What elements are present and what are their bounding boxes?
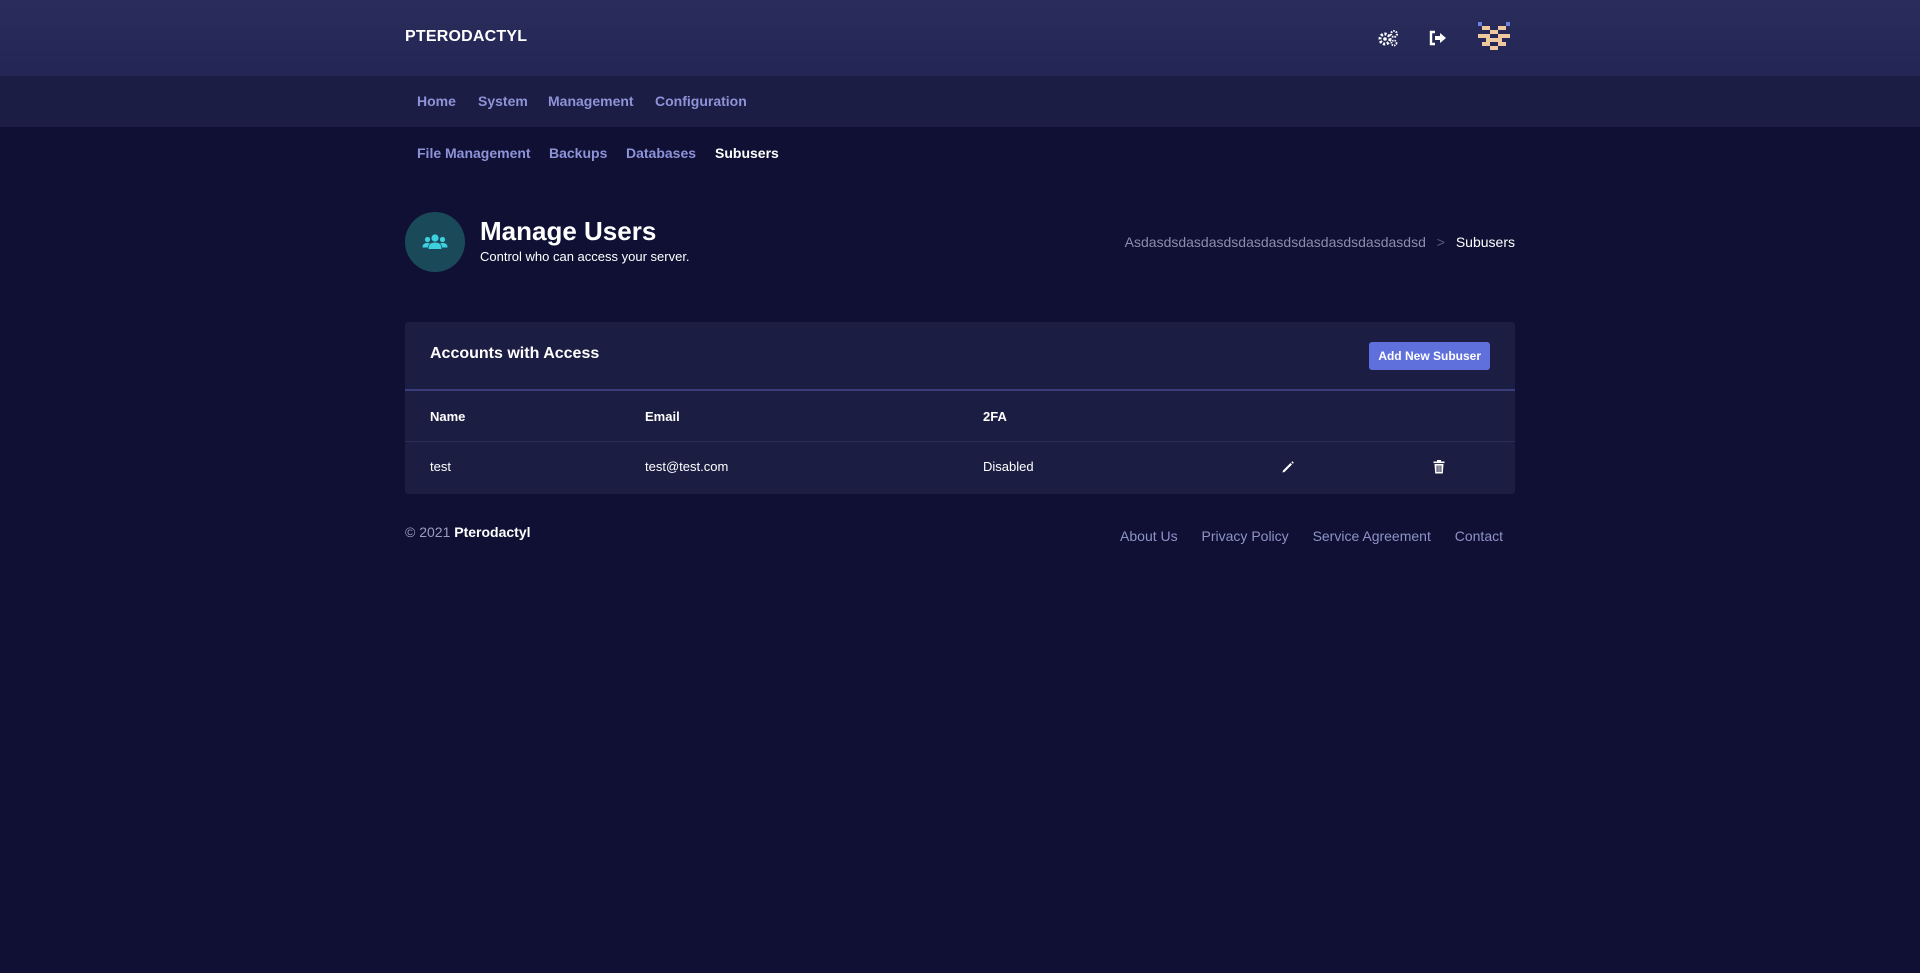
- brand-logo-text[interactable]: PTERODACTYL: [405, 28, 527, 46]
- subuser-name: test: [430, 459, 451, 474]
- page-header: Manage Users Control who can access your…: [405, 212, 1515, 274]
- page-subtitle: Control who can access your server.: [480, 249, 690, 264]
- tab-subusers[interactable]: Subusers: [715, 145, 779, 161]
- column-header-2fa: 2FA: [983, 409, 1007, 424]
- footer-link-contact[interactable]: Contact: [1455, 528, 1503, 544]
- breadcrumb-server[interactable]: Asdasdsdasdasdsdasdasdsdasdasdsdasdasdsd: [1125, 234, 1426, 250]
- server-sub-nav: File Management Backups Databases Subuse…: [0, 127, 1920, 177]
- nav-configuration[interactable]: Configuration: [655, 93, 747, 109]
- footer-link-privacy-policy[interactable]: Privacy Policy: [1202, 528, 1289, 544]
- footer-link-about-us[interactable]: About Us: [1120, 528, 1178, 544]
- subuser-email: test@test.com: [645, 459, 729, 474]
- column-header-email: Email: [645, 409, 680, 424]
- nav-system[interactable]: System: [478, 93, 528, 109]
- page-title: Manage Users: [480, 216, 657, 246]
- nav-home[interactable]: Home: [417, 93, 456, 109]
- nav-management[interactable]: Management: [548, 93, 634, 109]
- copyright-brand[interactable]: Pterodactyl: [454, 524, 530, 540]
- table-header: Name Email 2FA: [405, 391, 1515, 442]
- table-row: test test@test.com Disabled: [405, 442, 1515, 492]
- column-header-name: Name: [430, 409, 466, 424]
- subuser-2fa-status: Disabled: [983, 459, 1034, 474]
- card-title: Accounts with Access: [430, 345, 600, 362]
- breadcrumb-current: Subusers: [1455, 234, 1515, 250]
- users-icon: [405, 212, 465, 272]
- footer-links: About Us Privacy Policy Service Agreemen…: [1100, 528, 1503, 544]
- breadcrumb-separator: >: [1436, 234, 1445, 250]
- delete-trash-icon[interactable]: [1431, 459, 1447, 475]
- main-nav: Home System Management Configuration: [0, 76, 1920, 127]
- tab-databases[interactable]: Databases: [626, 145, 696, 161]
- top-bar: PTERODACTYL: [0, 0, 1920, 76]
- tab-backups[interactable]: Backups: [549, 145, 607, 161]
- footer: © 2021 Pterodactyl About Us Privacy Poli…: [405, 524, 1515, 548]
- copyright-year: © 2021: [405, 524, 451, 540]
- subusers-card: Accounts with Access Add New Subuser Nam…: [405, 322, 1515, 494]
- add-subuser-button[interactable]: Add New Subuser: [1369, 342, 1490, 370]
- footer-link-service-agreement[interactable]: Service Agreement: [1313, 528, 1431, 544]
- avatar[interactable]: [1478, 22, 1510, 54]
- card-header: Accounts with Access Add New Subuser: [405, 322, 1515, 391]
- copyright: © 2021 Pterodactyl: [405, 524, 531, 540]
- logout-icon[interactable]: [1424, 24, 1452, 52]
- admin-cogs-icon[interactable]: [1374, 24, 1402, 52]
- tab-file-management[interactable]: File Management: [417, 145, 531, 161]
- edit-pencil-icon[interactable]: [1280, 459, 1296, 475]
- breadcrumb: Asdasdsdasdasdsdasdasdsdasdasdsdasdasdsd…: [1125, 234, 1515, 250]
